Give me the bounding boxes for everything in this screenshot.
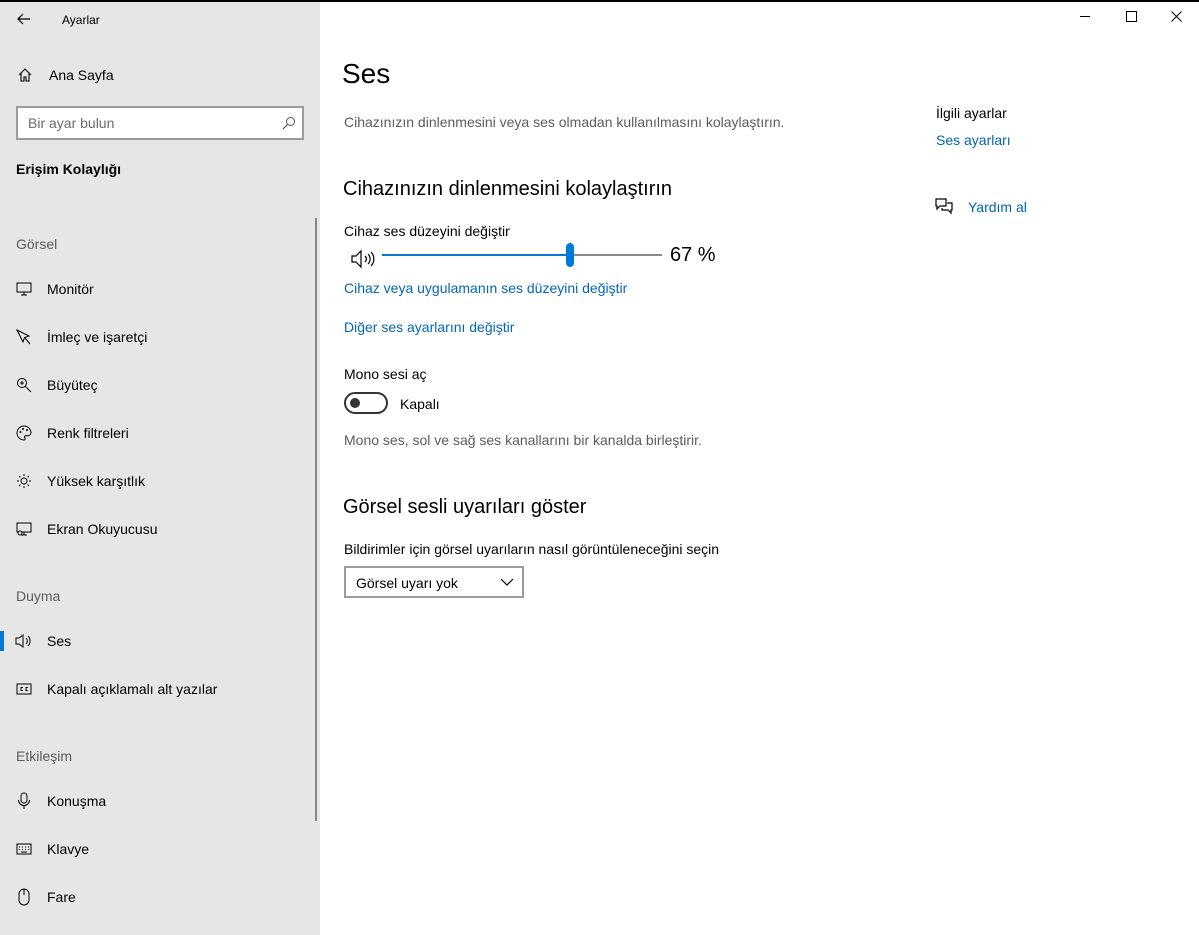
minimize-button[interactable] [1062,0,1108,32]
home-nav-item[interactable]: Ana Sayfa [0,58,320,92]
volume-slider-fill [382,254,570,256]
home-icon [18,68,32,82]
page-title: Ses [342,58,391,89]
app-title: Ayarlar [62,13,100,27]
sound-settings-link[interactable]: Ses ayarları [936,132,1011,148]
sidebar-item-label: Klavye [47,841,90,857]
sidebar-item-color-filters[interactable]: Renk filtreleri [0,413,320,453]
home-label: Ana Sayfa [49,67,114,83]
mono-audio-description: Mono ses, sol ve sağ ses kanallarını bir… [344,432,702,448]
minimize-icon [1079,15,1090,17]
sidebar-item-high-contrast[interactable]: Yüksek karşıtlık [0,461,320,501]
sidebar-item-mouse[interactable]: Fare [0,877,320,917]
visual-alerts-label: Bildirimler için görsel uyarıların nasıl… [344,541,720,557]
volume-speaker-icon [351,249,377,269]
sidebar-item-sound[interactable]: Ses [0,621,320,661]
back-arrow-icon [17,13,30,25]
sidebar-item-speech[interactable]: Konuşma [0,781,320,821]
group-heading-hearing: Duyma [16,588,61,604]
mono-audio-label: Mono sesi aç [344,366,427,382]
mono-audio-toggle[interactable] [344,392,388,414]
sidebar-item-label: Monitör [47,281,94,297]
page-description: Cihazınızın dinlenmesini veya ses olmada… [344,114,785,130]
section-heading-visual-alerts: Görsel sesli uyarıları göster [343,496,587,518]
get-help-link[interactable]: Yardım al [968,199,1027,215]
sidebar-item-label: Kapalı açıklamalı alt yazılar [47,681,218,697]
color-palette-icon [15,424,33,442]
close-icon [1170,10,1182,22]
volume-slider-thumb[interactable] [565,243,574,267]
maximize-icon [1125,10,1137,22]
magnifier-icon [15,376,33,394]
cursor-icon [15,328,33,346]
sidebar-scrollbar[interactable] [315,218,317,821]
section-heading-hearing: Cihazınızın dinlenmesini kolaylaştırın [343,178,673,200]
sidebar-item-label: Ses [47,633,72,649]
closed-captions-icon [15,680,33,698]
keyboard-icon [15,840,33,858]
monitor-icon [15,280,33,298]
narrator-icon [15,520,33,538]
sidebar-item-label: Renk filtreleri [47,425,129,441]
group-heading-interaction: Etkileşim [16,748,73,764]
sidebar-item-cursor[interactable]: İmleç ve işaretçi [0,317,320,357]
sidebar-item-magnifier[interactable]: Büyüteç [0,365,320,405]
app-volume-link[interactable]: Cihaz veya uygulamanın ses düzeyini deği… [344,280,627,296]
microphone-icon [15,792,33,810]
sidebar: Ayarlar Ana Sayfa Bir ayar bulun Erişim … [0,2,320,935]
sidebar-item-label: Büyüteç [47,377,98,393]
visual-alerts-dropdown[interactable]: Görsel uyarı yok [344,566,524,598]
sidebar-item-label: Ekran Okuyucusu [47,521,158,537]
chevron-down-icon [500,578,514,586]
category-title: Erişim Kolaylığı [16,161,122,177]
brightness-icon [15,472,33,490]
sidebar-item-keyboard[interactable]: Klavye [0,829,320,869]
maximize-button[interactable] [1108,0,1154,32]
close-button[interactable] [1153,0,1199,32]
sidebar-item-closed-captions[interactable]: Kapalı açıklamalı alt yazılar [0,669,320,709]
sidebar-item-label: İmleç ve işaretçi [47,329,148,345]
toggle-knob [350,398,360,408]
search-placeholder: Bir ayar bulun [28,115,115,131]
dropdown-selected-value: Görsel uyarı yok [356,575,458,591]
search-input[interactable]: Bir ayar bulun [16,106,304,140]
volume-label: Cihaz ses düzeyini değiştir [344,223,510,239]
mono-audio-state: Kapalı [400,396,440,412]
sidebar-item-narrator[interactable]: Ekran Okuyucusu [0,509,320,549]
active-indicator [0,631,4,651]
related-settings-heading: İlgili ayarlar [936,105,1007,121]
sidebar-item-label: Yüksek karşıtlık [47,473,146,489]
sidebar-item-label: Fare [47,889,76,905]
mouse-icon [15,888,33,906]
group-heading-visual: Görsel [16,236,58,252]
volume-value: 67 % [670,244,716,266]
speaker-icon [15,632,33,650]
sidebar-item-monitor[interactable]: Monitör [0,269,320,309]
sidebar-item-label: Konuşma [47,793,107,809]
search-icon[interactable] [282,116,296,130]
help-chat-icon [934,197,954,217]
other-sound-settings-link[interactable]: Diğer ses ayarlarını değiştir [344,319,514,335]
back-button[interactable] [10,8,38,30]
